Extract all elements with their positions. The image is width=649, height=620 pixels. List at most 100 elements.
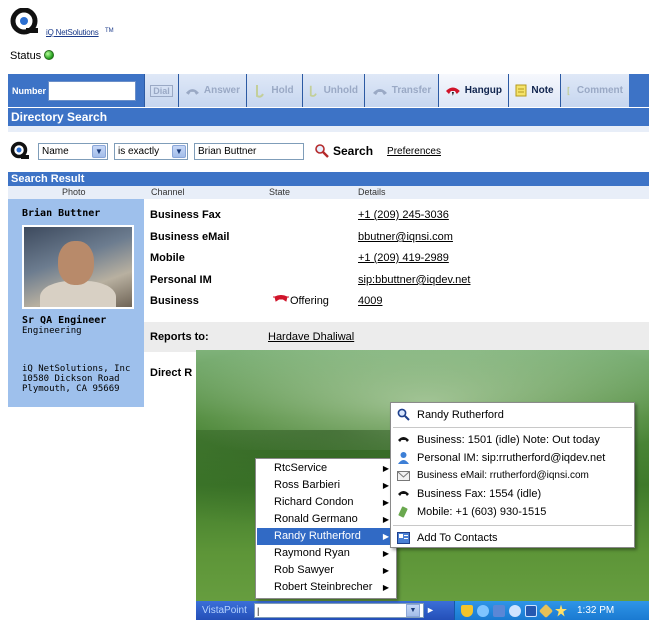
photo-figure <box>40 281 116 307</box>
answer-button[interactable]: Answer <box>178 74 246 107</box>
business-fax-item[interactable]: Business Fax: 1554 (idle) <box>397 487 541 500</box>
person-card: Brian Buttner Sr QA Engineer Engineering… <box>8 199 144 407</box>
business-email-item[interactable]: Business eMail: rrutherford@iqnsi.com <box>397 469 589 482</box>
menu-item-raymond-ryan[interactable]: Raymond Ryan ▶ <box>257 545 395 562</box>
menu-item-label: Rob Sawyer <box>274 564 334 576</box>
detail-link[interactable]: +1 (209) 419-2989 <box>358 248 449 268</box>
note-button[interactable]: Note <box>508 74 560 107</box>
detail-link[interactable]: bbutner@iqnsi.com <box>358 227 453 247</box>
pencil-icon[interactable] <box>538 603 554 618</box>
status-led-icon <box>44 50 55 60</box>
shield-icon[interactable] <box>461 604 473 617</box>
go-arrow-icon[interactable]: ► <box>426 605 435 615</box>
detail-link[interactable]: sip:bbuttner@iqdev.net <box>358 270 470 290</box>
chevron-down-icon: ▼ <box>92 144 106 158</box>
transfer-icon <box>372 88 387 95</box>
submenu-arrow-icon: ▶ <box>382 583 389 592</box>
submenu-arrow-icon: ▶ <box>382 532 389 541</box>
menu-item-robert-steinbrecher[interactable]: Robert Steinbrecher ▶ <box>257 579 395 596</box>
number-input[interactable] <box>48 80 136 101</box>
detail-link[interactable]: 4009 <box>358 291 382 311</box>
person-address: iQ NetSolutions, Inc 10580 Dickson Road … <box>22 364 144 394</box>
chevron-down-icon: ▼ <box>172 144 186 158</box>
search-button[interactable]: Search <box>314 144 373 158</box>
search-button-label: Search <box>333 144 374 158</box>
menu-item-richard-condon[interactable]: Richard Condon ▶ <box>257 494 395 511</box>
im-user-icon <box>397 451 410 464</box>
network-icon[interactable] <box>493 604 505 617</box>
company-logo: iQ NetSolutions TM <box>8 6 118 46</box>
taskbar: VistaPoint ▼ ► 1:32 PM <box>196 601 649 620</box>
channel-name: Business <box>150 295 199 307</box>
field-select[interactable]: Name ▼ <box>38 142 108 160</box>
menu-item-label: Robert Steinbrecher <box>274 581 373 593</box>
contact-name: Randy Rutherford <box>417 408 504 421</box>
hold-label: Hold <box>271 85 294 96</box>
menu-item-label: Raymond Ryan <box>274 547 350 559</box>
column-state: State <box>269 187 291 197</box>
person-name: Brian Buttner <box>22 208 101 219</box>
contacts-menu: RtcService ▶ Ross Barbieri ▶ Richard Condo… <box>255 458 397 599</box>
reports-to-link[interactable]: Hardave Dhaliwal <box>268 331 354 343</box>
menu-item-rob-sawyer[interactable]: Rob Sawyer ▶ <box>257 562 395 579</box>
person-title: Sr QA Engineer <box>22 315 107 326</box>
preferences-link[interactable]: Preferences <box>387 146 441 157</box>
address-line: iQ NetSolutions, Inc <box>22 364 131 374</box>
clock: 1:32 PM <box>577 605 615 616</box>
column-details: Details <box>358 187 386 197</box>
call-toolbar: Number Dial Answer Hold Unhold Transfer … <box>8 74 649 107</box>
hangup-button[interactable]: Hangup <box>438 74 508 107</box>
comment-button[interactable]: Comment <box>560 74 629 107</box>
detail-row: Business Offering 4009 <box>150 291 645 311</box>
operator-select[interactable]: is exactly ▼ <box>114 142 188 160</box>
business-phone-label: Business: 1501 (idle) Note: Out today <box>417 433 600 446</box>
unhold-label: Unhold <box>323 85 358 96</box>
channel-name: Mobile <box>150 252 185 264</box>
state-cell: Offering <box>272 291 329 311</box>
menu-item-rtcservice[interactable]: RtcService ▶ <box>257 460 395 477</box>
unhold-button[interactable]: Unhold <box>302 74 364 107</box>
channel-name: Business eMail <box>150 231 230 243</box>
transfer-label: Transfer <box>391 85 432 96</box>
transfer-button[interactable]: Transfer <box>364 74 438 107</box>
phone-icon <box>397 433 410 446</box>
detail-row: Personal IM sip:bbuttner@iqdev.net <box>150 270 645 290</box>
menu-item-randy-rutherford[interactable]: Randy Rutherford ▶ <box>257 528 395 545</box>
reports-to-label: Reports to: <box>150 331 209 343</box>
search-row: Name ▼ is exactly ▼ Search Preferences <box>10 139 441 163</box>
vistapoint-input[interactable] <box>254 603 424 618</box>
submenu-arrow-icon: ▶ <box>382 515 389 524</box>
contact-name-item[interactable]: Randy Rutherford <box>397 408 504 421</box>
monitor-icon[interactable] <box>525 604 537 617</box>
menu-item-ronald-germano[interactable]: Ronald Germano ▶ <box>257 511 395 528</box>
add-to-contacts-label: Add To Contacts <box>417 531 498 544</box>
submenu-arrow-icon: ▶ <box>382 464 389 473</box>
address-line: Plymouth, CA 95669 <box>22 384 120 394</box>
search-result-header: Search Result <box>8 172 649 186</box>
mobile-item[interactable]: Mobile: +1 (603) 930-1515 <box>397 505 546 518</box>
fax-phone-icon <box>397 487 410 500</box>
detail-row: Business eMail bbutner@iqnsi.com <box>150 227 645 247</box>
user-icon[interactable] <box>477 604 489 617</box>
star-icon[interactable] <box>555 604 567 617</box>
search-input[interactable] <box>194 142 304 160</box>
unhold-icon <box>309 85 317 97</box>
menu-item-label: Ronald Germano <box>274 513 358 525</box>
address-book-icon <box>397 531 410 544</box>
ringing-phone-icon <box>273 295 289 302</box>
business-phone-item[interactable]: Business: 1501 (idle) Note: Out today <box>397 433 600 446</box>
note-label: Note <box>531 85 554 96</box>
submenu-arrow-icon: ▶ <box>382 549 389 558</box>
hangup-label: Hangup <box>464 85 502 96</box>
detail-link[interactable]: +1 (209) 245-3036 <box>358 205 449 225</box>
iq-search-logo-icon <box>10 141 29 159</box>
add-to-contacts-item[interactable]: Add To Contacts <box>397 531 498 544</box>
personal-im-label: Personal IM: sip:rrutherford@iqdev.net <box>417 451 606 464</box>
menu-item-ross-barbieri[interactable]: Ross Barbieri ▶ <box>257 477 395 494</box>
iq-logo-icon <box>10 8 38 35</box>
hold-button[interactable]: Hold <box>246 74 302 107</box>
dial-button[interactable]: Dial <box>144 74 178 107</box>
volume-icon[interactable] <box>509 604 521 617</box>
chevron-down-icon[interactable]: ▼ <box>406 604 420 617</box>
personal-im-item[interactable]: Personal IM: sip:rrutherford@iqdev.net <box>397 451 605 464</box>
